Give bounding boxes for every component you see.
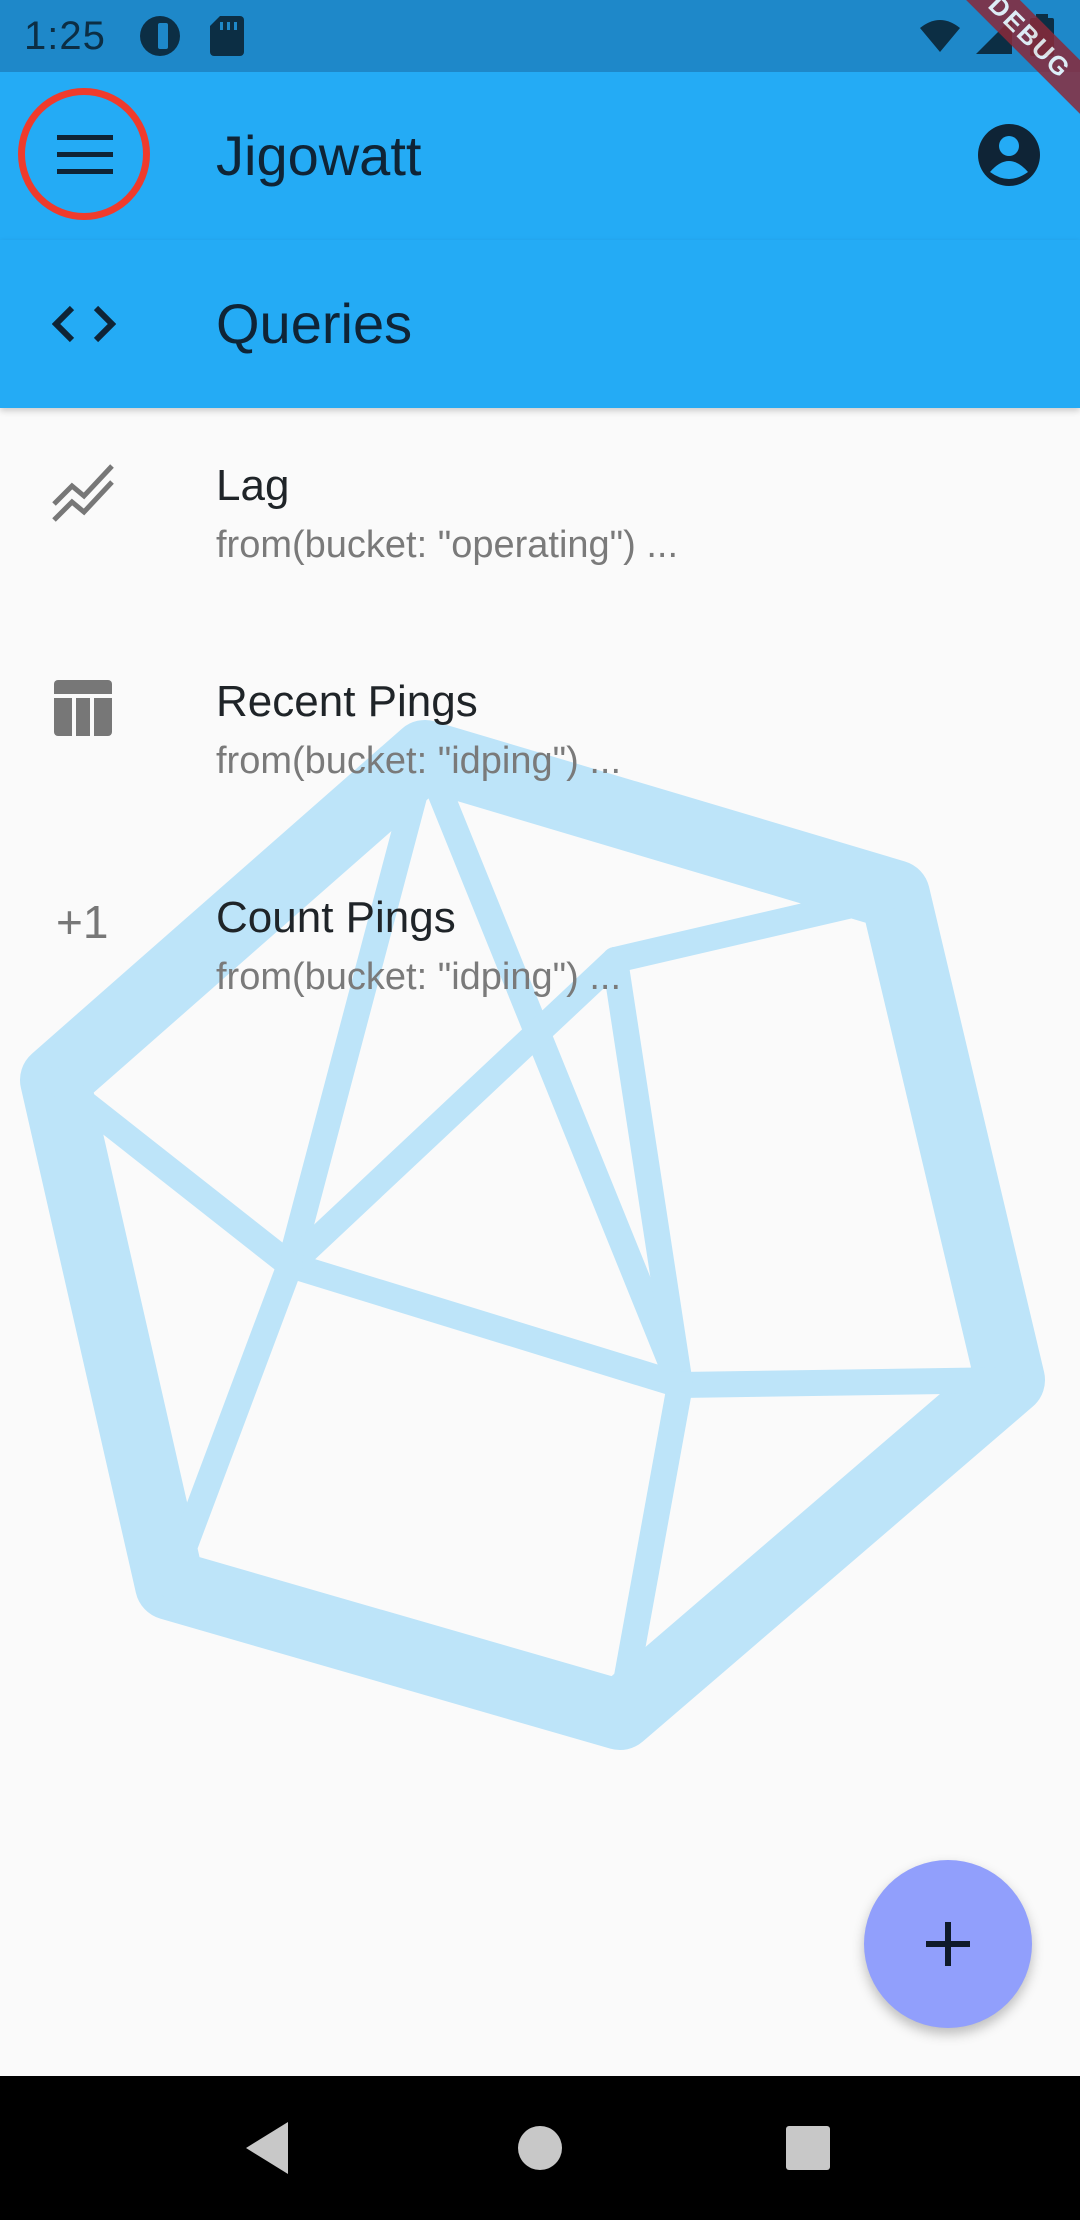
query-list: Lag from(bucket: "operating") ... Recent… <box>0 408 1080 1056</box>
query-title: Count Pings <box>216 893 456 942</box>
status-bar: 1:25 <box>0 0 1080 72</box>
list-item[interactable]: Recent Pings from(bucket: "idping") ... <box>0 624 1080 840</box>
query-subtitle: from(bucket: "idping") ... <box>216 956 622 998</box>
app-bar: Jigowatt <box>0 72 1080 240</box>
query-title: Lag <box>216 461 290 510</box>
wifi-icon <box>918 14 962 58</box>
account-button[interactable] <box>976 122 1042 188</box>
section-header-queries[interactable]: Queries <box>0 240 1080 408</box>
menu-icon <box>57 135 113 174</box>
recents-square-icon <box>786 2126 830 2170</box>
query-subtitle: from(bucket: "idping") ... <box>216 740 622 782</box>
list-item[interactable]: +1 Count Pings from(bucket: "idping") ..… <box>0 840 1080 1056</box>
home-circle-icon <box>518 2126 562 2170</box>
back-nav-button[interactable] <box>240 2116 304 2180</box>
list-item[interactable]: Lag from(bucket: "operating") ... <box>0 408 1080 624</box>
section-title: Queries <box>216 292 413 355</box>
home-nav-button[interactable] <box>508 2116 572 2180</box>
account-circle-icon <box>978 124 1040 186</box>
query-title: Recent Pings <box>216 677 478 726</box>
plus-one-icon: +1 <box>56 896 109 948</box>
sd-card-icon <box>206 14 250 58</box>
recents-nav-button[interactable] <box>776 2116 840 2180</box>
vpn-key-icon <box>138 14 182 58</box>
add-query-button[interactable] <box>864 1860 1032 2028</box>
code-icon <box>51 296 117 352</box>
menu-button[interactable] <box>18 88 150 220</box>
table-icon <box>52 676 116 740</box>
multiline-chart-icon <box>52 460 116 524</box>
back-triangle-icon <box>246 2122 288 2174</box>
status-time: 1:25 <box>24 14 106 58</box>
query-subtitle: from(bucket: "operating") ... <box>216 524 679 566</box>
navigation-bar <box>0 2076 1080 2220</box>
add-icon <box>926 1922 970 1966</box>
app-title: Jigowatt <box>216 124 422 187</box>
